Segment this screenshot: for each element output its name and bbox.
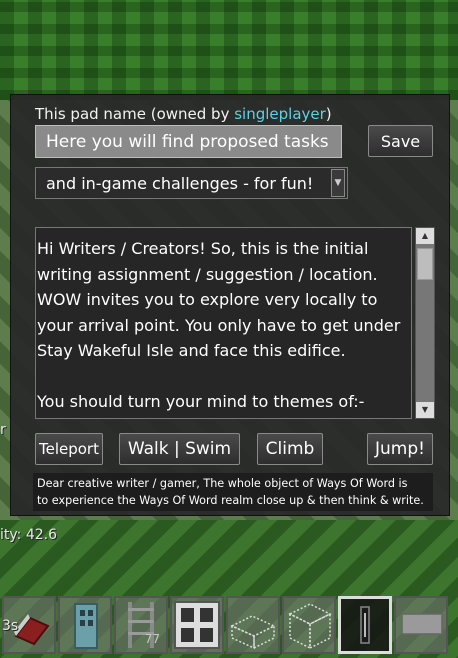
owner-name: singleplayer <box>234 105 326 123</box>
hotbar-slot-window[interactable] <box>170 596 224 654</box>
dotted-block-icon <box>288 603 332 650</box>
pad-text-area[interactable]: Hi Writers / Creators! So, this is the i… <box>35 227 412 419</box>
rod-icon <box>360 606 370 644</box>
world-background-top <box>0 0 458 100</box>
text-line-blank <box>37 364 409 390</box>
save-button[interactable]: Save <box>368 125 433 157</box>
hud-velocity-text: ity: 42.6 <box>0 527 57 543</box>
text-scrollbar[interactable]: ▲ ▼ <box>415 227 435 419</box>
pad-name-input[interactable] <box>35 125 342 158</box>
hud-left-text: r <box>0 422 6 438</box>
scroll-thumb[interactable] <box>417 248 433 280</box>
stone-slab-icon <box>401 613 443 635</box>
hotbar-slot-block[interactable] <box>282 596 336 654</box>
door-icon <box>74 603 98 649</box>
window-block-icon <box>174 601 220 649</box>
text-line: WOW invites you to explore very locally … <box>37 290 378 309</box>
text-line: Stay Wakeful Isle and face this edifice. <box>37 341 346 360</box>
pad-name-dropdown[interactable]: and in-game challenges - for fun! <box>35 167 348 199</box>
pad-dialog: This pad name (owned by singleplayer) Sa… <box>10 94 450 516</box>
climb-button[interactable]: Climb <box>257 433 323 465</box>
dropdown-arrow-icon[interactable]: ▼ <box>331 169 345 197</box>
text-line: writing assignment / suggestion / locati… <box>37 264 378 284</box>
hotbar-slot-stone[interactable] <box>394 596 448 654</box>
teleport-button[interactable]: Teleport <box>35 433 103 465</box>
hotbar-slot-selected[interactable] <box>338 596 392 654</box>
text-line: Hi Writers / Creators! So, this is the i… <box>37 239 369 258</box>
hotbar-slot-book[interactable]: 3s <box>2 596 56 654</box>
scroll-down-icon[interactable]: ▼ <box>416 402 434 418</box>
info-message: Dear creative writer / gamer, The whole … <box>33 473 433 511</box>
hotbar-slot-door[interactable] <box>58 596 112 654</box>
hotbar: 3s 77 <box>2 596 456 656</box>
hotbar-slot-slab[interactable] <box>226 596 280 654</box>
jump-button[interactable]: Jump! <box>367 433 433 465</box>
scroll-up-icon[interactable]: ▲ <box>416 228 434 244</box>
text-line: your arrival point. You only have to get… <box>37 315 401 335</box>
dotted-slab-icon <box>230 615 276 650</box>
pad-owner-label: This pad name (owned by singleplayer) <box>35 105 332 123</box>
ladder-count: 77 <box>144 632 160 646</box>
walk-swim-button[interactable]: Walk | Swim <box>119 433 240 465</box>
hud-timer-text: 3s <box>2 618 19 634</box>
hotbar-slot-ladder[interactable]: 77 <box>114 596 168 654</box>
text-line: You should turn your mind to themes of:- <box>37 392 365 411</box>
